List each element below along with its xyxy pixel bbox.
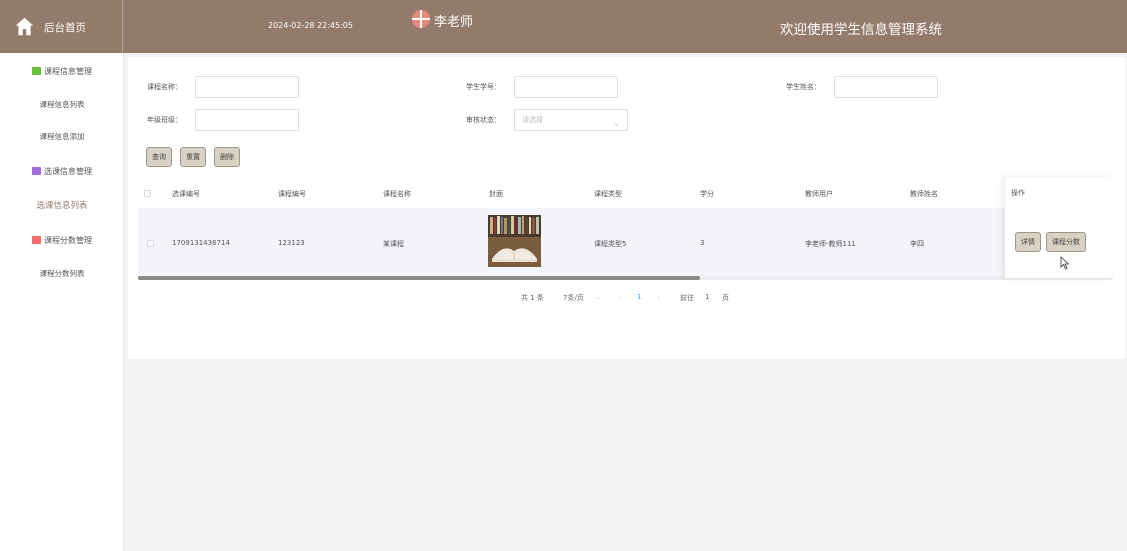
course-no-cell: 123123	[278, 239, 305, 247]
table-row[interactable]: 1709131436714 123123 某课程 课程类型5 3 李老师-教师1…	[138, 208, 1113, 278]
sidebar-item-selection-list[interactable]: 选课信息列表	[0, 195, 124, 215]
course-type-cell: 课程类型5	[594, 240, 627, 248]
column-header: 选课编号	[172, 190, 200, 198]
grade-class-input[interactable]	[195, 109, 299, 131]
column-header: 封面	[489, 190, 503, 198]
avatar[interactable]	[412, 10, 430, 28]
sidebar-group-score[interactable]: 课程分数管理	[0, 230, 124, 250]
sidebar: 课程信息管理 课程信息列表 课程信息添加 选课信息管理 选课信息列表 课程分数管…	[0, 53, 124, 551]
horizontal-scrollbar[interactable]	[138, 276, 700, 280]
sidebar-group-label: 选课信息管理	[44, 166, 92, 176]
course-name-cell: 某课程	[383, 240, 404, 248]
page-number-current[interactable]: 1	[637, 293, 641, 301]
sidebar-group-course-info[interactable]: 课程信息管理	[0, 61, 124, 81]
column-header: 操作	[1011, 189, 1025, 197]
review-status-label: 审核状态：	[466, 116, 501, 124]
operations-column: 操作 详情 课程分数	[1005, 177, 1113, 278]
column-header: 学分	[700, 190, 714, 198]
grid-icon	[32, 236, 41, 244]
review-status-select[interactable]: 请选择 ⌄	[514, 109, 628, 131]
student-no-label: 学生学号：	[466, 83, 501, 91]
column-header: 课程名称	[383, 190, 411, 198]
query-button[interactable]: 查询	[146, 147, 172, 167]
student-name-input[interactable]	[834, 76, 938, 98]
home-label: 后台首页	[44, 22, 86, 34]
books-image	[488, 215, 541, 267]
row-checkbox[interactable]	[147, 240, 154, 247]
sidebar-group-selection-info[interactable]: 选课信息管理	[0, 161, 124, 181]
student-name-label: 学生姓名：	[786, 83, 821, 91]
grade-class-label: 年级班级：	[147, 116, 182, 124]
home-link[interactable]: 后台首页	[0, 0, 123, 53]
detail-button[interactable]: 详情	[1015, 232, 1041, 252]
teacher-user-cell: 李老师-教师111	[805, 240, 856, 248]
course-score-button[interactable]: 课程分数	[1046, 232, 1086, 252]
home-icon	[15, 17, 34, 36]
reset-button[interactable]: 重置	[180, 147, 206, 167]
goto-page-input[interactable]: 1	[705, 293, 709, 301]
mouse-cursor-icon	[1060, 256, 1070, 270]
selection-no-cell: 1709131436714	[172, 239, 230, 247]
delete-button[interactable]: 删除	[214, 147, 240, 167]
cover-image	[488, 215, 541, 267]
username[interactable]: 李老师	[434, 11, 473, 30]
course-name-label: 课程名称：	[147, 83, 182, 91]
column-header: 教师用户	[805, 190, 833, 198]
student-no-input[interactable]	[514, 76, 618, 98]
goto-label: 前往	[680, 294, 694, 302]
column-header: 课程编号	[278, 190, 306, 198]
chat-icon	[32, 67, 41, 75]
column-header: 课程类型	[594, 190, 622, 198]
next-page-icon[interactable]: ›	[657, 293, 660, 301]
page-size-select[interactable]: 7条/页	[563, 293, 584, 303]
sidebar-group-label: 课程分数管理	[44, 235, 92, 245]
main-panel: 课程名称： 学生学号： 学生姓名： 年级班级： 审核状态： 请选择 ⌄ 查询 重…	[128, 57, 1125, 359]
sidebar-item-course-add[interactable]: 课程信息添加	[0, 126, 124, 146]
credit-cell: 3	[700, 239, 705, 247]
chevron-down-icon: ⌄	[595, 293, 601, 301]
prev-page-icon[interactable]: ‹	[618, 293, 621, 301]
top-header: 后台首页 2024-02-28 22:45:05 李老师 欢迎使用学生信息管理系…	[0, 0, 1127, 53]
select-all-checkbox[interactable]	[144, 190, 151, 197]
sidebar-item-course-list[interactable]: 课程信息列表	[0, 94, 124, 114]
sidebar-group-label: 课程信息管理	[44, 66, 92, 76]
column-header: 教师姓名	[910, 190, 938, 198]
review-status-placeholder: 请选择	[522, 116, 543, 124]
page-suffix: 页	[722, 294, 729, 302]
teacher-name-cell: 李四	[910, 240, 924, 248]
current-datetime: 2024-02-28 22:45:05	[268, 21, 353, 30]
archive-icon	[32, 167, 41, 175]
table-header: 选课编号 课程编号 课程名称 封面 课程类型 学分 教师用户 教师姓名	[138, 178, 1113, 208]
course-name-input[interactable]	[195, 76, 299, 98]
pagination-total: 共 1 条	[521, 294, 544, 302]
sidebar-item-score-list[interactable]: 课程分数列表	[0, 263, 124, 283]
welcome-text: 欢迎使用学生信息管理系统	[780, 22, 942, 38]
chevron-down-icon: ⌄	[613, 119, 620, 128]
